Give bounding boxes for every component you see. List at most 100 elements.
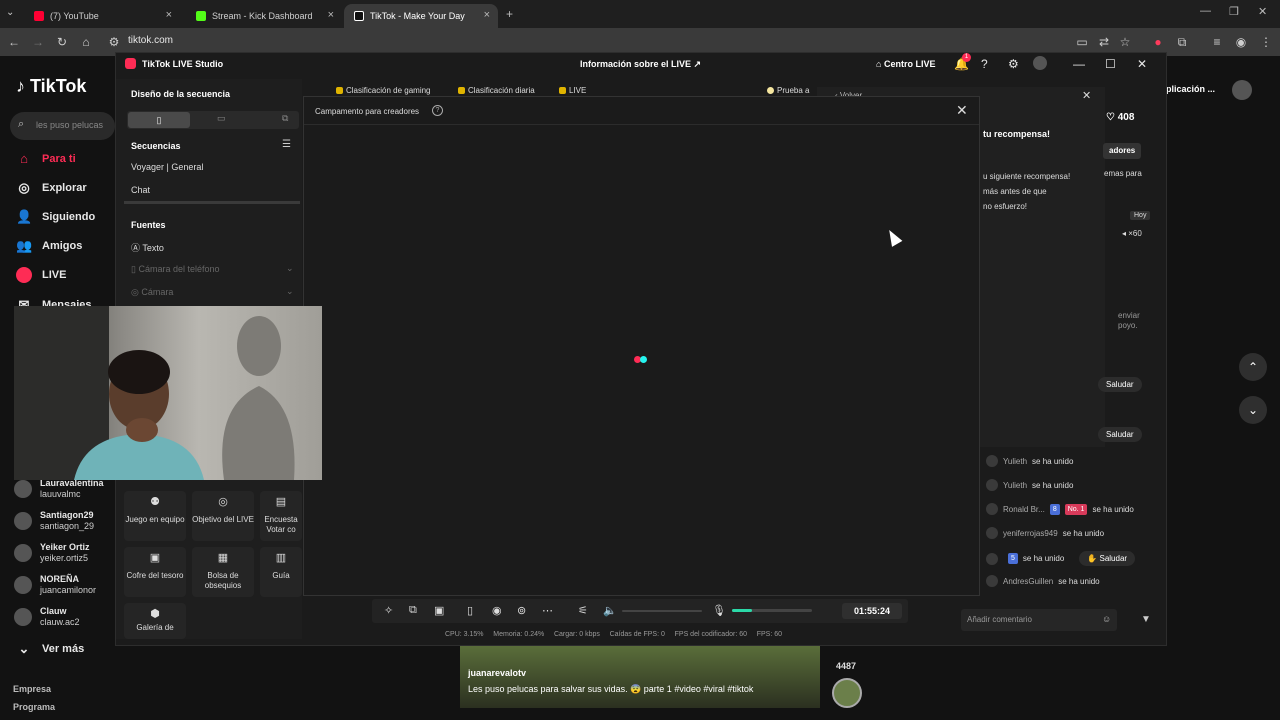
close-icon[interactable]: ✕ (1082, 89, 1091, 102)
avatar[interactable] (1033, 56, 1047, 70)
following-item[interactable]: Yeiker Ortiz yeiker.ortiz5 (14, 542, 90, 564)
try-badge[interactable]: Prueba a (767, 83, 809, 97)
video-player[interactable]: juanarevalotv Les puso pelucas para salv… (460, 646, 820, 708)
salute-button[interactable]: ✋ Saludar (1079, 551, 1136, 566)
nav-explorar[interactable]: ◎ Explorar (16, 180, 86, 196)
source-item-phone-camera[interactable]: ▯ Cámara del teléfono (131, 264, 220, 275)
following-item[interactable]: Clauw clauw.ac2 (14, 606, 80, 628)
tab-youtube[interactable]: (7) YouTube × (24, 4, 180, 28)
tool-team-game[interactable]: ⚉ Juego en equipo (124, 491, 186, 541)
reading-list-icon[interactable]: ≡ (1209, 34, 1225, 50)
comment-input[interactable]: Añadir comentario ☺ (961, 609, 1117, 631)
help-icon[interactable]: ? (981, 57, 988, 71)
gaming-ranking-badge[interactable]: Clasificación de gaming (336, 83, 431, 97)
translate-icon[interactable]: ⇄ (1096, 34, 1112, 50)
source-item-camera[interactable]: ◎ Cámara (131, 287, 173, 298)
tool-poll[interactable]: ▤ Encuesta Votar co (260, 491, 302, 541)
forward-icon[interactable]: → (30, 34, 46, 50)
live-center-button[interactable]: ⌂ Centro LIVE (876, 59, 935, 69)
emoji-icon[interactable]: ☺ (1102, 614, 1111, 624)
close-window-icon[interactable]: ✕ (1258, 5, 1267, 18)
chevron-down-icon[interactable]: ⌄ (286, 286, 294, 297)
minimize-icon[interactable]: — (1073, 57, 1085, 71)
portrait-icon[interactable]: ▯ (128, 112, 190, 128)
new-tab-icon[interactable]: + (506, 7, 513, 21)
mic-level-slider[interactable] (732, 609, 812, 612)
site-info-icon[interactable]: ⚙ (106, 34, 122, 50)
following-item[interactable]: NOREÑA juancamilonor (14, 574, 96, 596)
maximize-icon[interactable]: ☐ (1105, 57, 1116, 71)
see-more-link[interactable]: ⌄ Ver más (16, 641, 85, 657)
restore-icon[interactable]: ❐ (1229, 5, 1239, 18)
effects-icon[interactable]: ⧉ (409, 604, 417, 617)
record-icon[interactable]: ◉ (492, 604, 502, 617)
dual-icon[interactable]: ⧉ (282, 113, 288, 124)
nav-siguiendo[interactable]: 👤 Siguiendo (16, 209, 95, 225)
chevron-down-icon[interactable]: ⌄ (286, 263, 294, 274)
volume-slider[interactable] (622, 610, 702, 612)
scroll-up-button[interactable]: ⌃ (1239, 353, 1267, 381)
magic-wand-icon[interactable]: ✧ (384, 604, 393, 617)
close-icon[interactable]: ✕ (956, 102, 968, 119)
tool-gallery[interactable]: ⬢ Galería de (124, 603, 186, 639)
scroll-down-button[interactable]: ⌄ (1239, 396, 1267, 424)
salute-button[interactable]: Saludar (1098, 427, 1142, 442)
minimize-icon[interactable]: — (1200, 5, 1211, 17)
bookmark-star-icon[interactable]: ☆ (1117, 34, 1133, 50)
close-icon[interactable]: ✕ (1137, 57, 1147, 71)
close-tab-icon[interactable]: × (328, 9, 334, 21)
profile-avatar[interactable] (1232, 80, 1252, 100)
creators-button[interactable]: adores (1103, 143, 1142, 159)
landscape-icon[interactable]: ▭ (217, 113, 226, 124)
extensions-icon[interactable]: ⧉ (1174, 34, 1190, 50)
sequence-item[interactable]: Voyager | General (131, 162, 203, 172)
nav-amigos[interactable]: 👥 Amigos (16, 238, 82, 254)
salute-button[interactable]: Saludar (1098, 377, 1142, 392)
source-item-text[interactable]: Ⓐ Texto (131, 241, 164, 254)
tiktok-logo[interactable]: ♪ TikTok (16, 76, 86, 97)
tool-guide[interactable]: ▥ Guía (260, 547, 302, 597)
cast-icon[interactable]: ▭ (1074, 34, 1090, 50)
record-icon[interactable]: ● (1150, 34, 1166, 50)
reload-icon[interactable]: ↻ (54, 34, 70, 50)
following-item[interactable]: Lauravalentina lauuvalmc (14, 478, 104, 500)
menu-dots-icon[interactable]: ⋮ (1258, 34, 1274, 50)
microphone-icon[interactable]: 🎙 (712, 604, 726, 617)
close-tab-icon[interactable]: × (166, 9, 172, 21)
speaker-icon[interactable]: 🔈 (603, 604, 617, 617)
live-info-button[interactable]: Información sobre el LIVE ↗ (580, 59, 701, 70)
footer-link-empresa[interactable]: Empresa (13, 684, 51, 694)
video-username[interactable]: juanarevalotv (468, 668, 526, 678)
close-tab-icon[interactable]: × (484, 9, 490, 21)
daily-ranking-badge[interactable]: Clasificación diaria (458, 83, 535, 97)
profile-avatar-icon[interactable]: ◉ (1233, 34, 1249, 50)
mixer-icon[interactable]: ⚟ (578, 604, 588, 617)
list-icon[interactable]: ☰ (282, 139, 291, 150)
orientation-toggle[interactable]: ▯ ▭ ⧉ (127, 111, 299, 129)
get-app-button[interactable]: plicación ... (1166, 84, 1215, 94)
media-icon[interactable]: ▣ (434, 604, 444, 617)
sound-avatar[interactable] (832, 678, 862, 708)
back-icon[interactable]: ← (6, 34, 22, 50)
url-field[interactable]: tiktok.com (128, 35, 173, 46)
footer-link-programa[interactable]: Programa (13, 702, 55, 712)
sequence-item[interactable]: Chat (131, 185, 150, 195)
filter-icon[interactable]: ▼ (1141, 614, 1151, 625)
tool-treasure-chest[interactable]: ▣ Cofre del tesoro (124, 547, 186, 597)
help-icon[interactable]: ? (432, 105, 443, 116)
live-badge[interactable]: LIVE (559, 83, 586, 97)
tab-list-icon[interactable]: ⌄ (6, 7, 14, 18)
tab-kick[interactable]: Stream - Kick Dashboard × (186, 4, 342, 28)
nav-live[interactable]: LIVE (16, 267, 66, 283)
phone-icon[interactable]: ▯ (467, 604, 473, 617)
nav-para-ti[interactable]: ⌂ Para ti (16, 151, 76, 167)
search-input[interactable]: ⌕ les puso pelucas (10, 112, 115, 140)
stream-icon[interactable]: ⊚ (517, 604, 526, 617)
tab-tiktok[interactable]: TikTok - Make Your Day × (344, 4, 498, 28)
more-icon[interactable]: ⋯ (542, 604, 553, 617)
gear-icon[interactable]: ⚙ (1008, 57, 1019, 71)
following-item[interactable]: Santiagon29 santiagon_29 (14, 510, 94, 532)
tool-gift-bag[interactable]: ▦ Bolsa de obsequios (192, 547, 254, 597)
tool-live-goal[interactable]: ◎ Objetivo del LIVE (192, 491, 254, 541)
home-icon[interactable]: ⌂ (78, 34, 94, 50)
